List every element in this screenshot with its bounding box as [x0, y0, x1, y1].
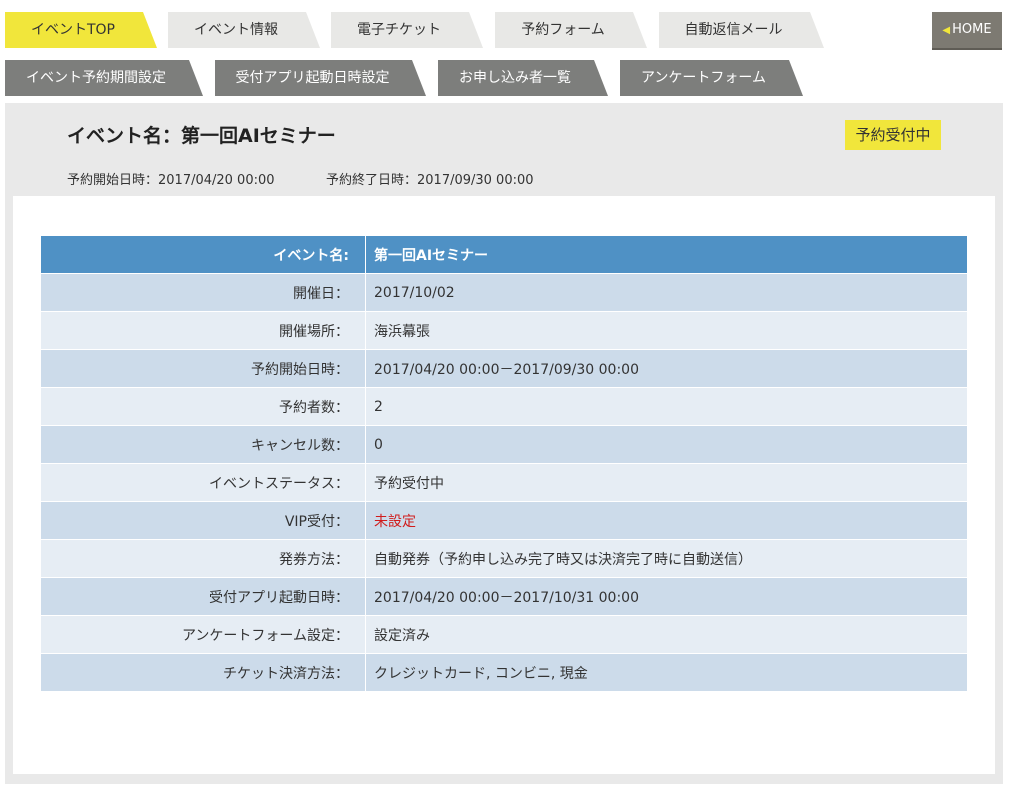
left-arrow-icon: ◀ [942, 25, 951, 36]
row-value: クレジットカード, コンビニ, 現金 [365, 653, 967, 692]
row-value: 2 [365, 387, 967, 426]
table-row: イベントステータス： 予約受付中 [41, 463, 967, 502]
status-badge: 予約受付中 [845, 120, 941, 150]
header-value: 第一回AIセミナー [365, 236, 967, 274]
row-value: 2017/04/20 00:00－2017/10/31 00:00 [365, 577, 967, 616]
reservation-end-date: 予約終了日時：2017/09/30 00:00 [326, 173, 534, 188]
home-button[interactable]: ◀ HOME [932, 12, 1002, 48]
event-details-table: イベント名: 第一回AIセミナー 開催日： 2017/10/02 開催場所： 海浜幕張… [41, 236, 967, 692]
tab-survey-form[interactable]: アンケートフォーム [620, 60, 803, 96]
row-label: 予約者数： [41, 387, 366, 426]
row-label: チケット決済方法： [41, 653, 366, 692]
row-label: 予約開始日時： [41, 349, 366, 388]
row-value: 自動発券（予約申し込み完了時又は決済完了時に自動送信） [365, 539, 967, 578]
row-label: キャンセル数： [41, 425, 366, 464]
table-header-row: イベント名: 第一回AIセミナー [41, 236, 967, 274]
row-value: 海浜幕張 [365, 311, 967, 350]
table-row: キャンセル数： 0 [41, 425, 967, 464]
table-row: 予約者数： 2 [41, 387, 967, 426]
row-label: VIP受付： [41, 501, 366, 540]
row-value: 未設定 [365, 501, 967, 540]
tab-event-top[interactable]: イベントTOP [5, 12, 157, 48]
table-row: VIP受付： 未設定 [41, 501, 967, 540]
tab-event-info[interactable]: イベント情報 [168, 12, 320, 48]
row-value: 2017/04/20 00:00－2017/09/30 00:00 [365, 349, 967, 388]
tab-applicant-list[interactable]: お申し込み者一覧 [438, 60, 608, 96]
table-row: 開催日： 2017/10/02 [41, 273, 967, 312]
tab-e-ticket[interactable]: 電子チケット [331, 12, 483, 48]
tab-reservation-form[interactable]: 予約フォーム [495, 12, 647, 48]
details-container: イベント名: 第一回AIセミナー 開催日： 2017/10/02 開催場所： 海浜幕張… [13, 196, 995, 774]
row-value: 0 [365, 425, 967, 464]
table-row: 受付アプリ起動日時： 2017/04/20 00:00－2017/10/31 00… [41, 577, 967, 616]
tab-reservation-period[interactable]: イベント予約期間設定 [5, 60, 203, 96]
reservation-start-date: 予約開始日時：2017/04/20 00:00 [67, 173, 275, 188]
page-title: イベント名：第一回AIセミナー [67, 125, 336, 147]
header-label: イベント名: [41, 236, 366, 274]
table-row: 予約開始日時： 2017/04/20 00:00－2017/09/30 00:00 [41, 349, 967, 388]
tab-auto-reply-mail[interactable]: 自動返信メール [659, 12, 824, 48]
tab-app-launch-datetime[interactable]: 受付アプリ起動日時設定 [215, 60, 426, 96]
row-value: 設定済み [365, 615, 967, 654]
row-label: 受付アプリ起動日時： [41, 577, 366, 616]
home-label: HOME [952, 22, 992, 37]
row-value: 予約受付中 [365, 463, 967, 502]
row-label: 発券方法： [41, 539, 366, 578]
row-label: 開催場所： [41, 311, 366, 350]
event-panel: イベント名：第一回AIセミナー 予約受付中 予約開始日時：2017/04/20 … [5, 103, 1003, 784]
row-value: 2017/10/02 [365, 273, 967, 312]
row-label: アンケートフォーム設定： [41, 615, 366, 654]
row-label: 開催日： [41, 273, 366, 312]
row-label: イベントステータス： [41, 463, 366, 502]
table-row: 開催場所： 海浜幕張 [41, 311, 967, 350]
table-row: アンケートフォーム設定： 設定済み [41, 615, 967, 654]
table-row: チケット決済方法： クレジットカード, コンビニ, 現金 [41, 653, 967, 692]
table-row: 発券方法： 自動発券（予約申し込み完了時又は決済完了時に自動送信） [41, 539, 967, 578]
